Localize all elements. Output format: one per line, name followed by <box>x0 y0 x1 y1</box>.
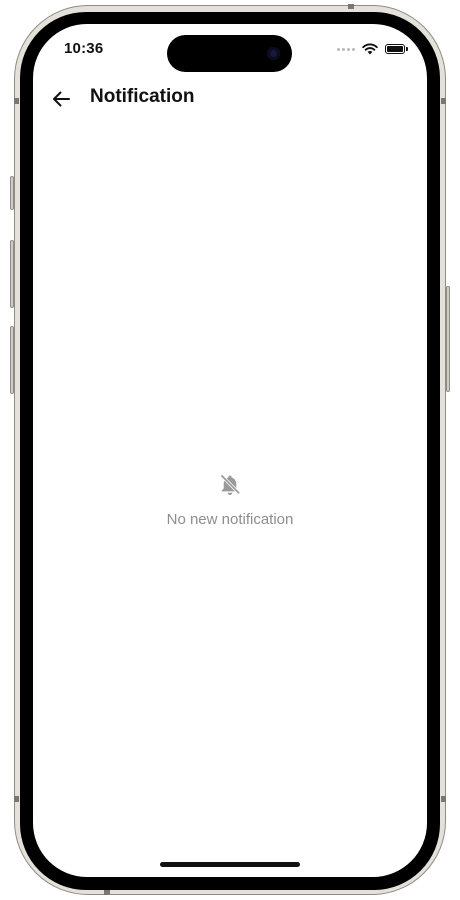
cellular-signal-icon <box>337 47 355 51</box>
antenna-band <box>441 98 446 104</box>
empty-state-message: No new notification <box>166 511 294 528</box>
empty-state: No new notification <box>33 472 427 528</box>
arrow-left-icon <box>53 91 70 107</box>
status-indicators <box>337 43 408 55</box>
antenna-band <box>14 98 19 104</box>
camera-icon <box>267 47 280 60</box>
back-button[interactable] <box>47 85 75 113</box>
action-button <box>10 176 14 210</box>
screen: 10:36 Notification No new notification <box>33 24 427 877</box>
antenna-band <box>104 890 110 895</box>
antenna-band <box>14 796 19 802</box>
power-button <box>446 286 450 392</box>
dynamic-island <box>167 35 292 72</box>
page-title: Notification <box>90 86 195 107</box>
home-indicator[interactable] <box>160 862 300 867</box>
volume-up-button <box>10 240 14 308</box>
status-time: 10:36 <box>64 40 104 57</box>
wifi-icon <box>362 43 378 55</box>
app-bar: Notification <box>33 84 427 114</box>
volume-down-button <box>10 326 14 394</box>
antenna-band <box>348 4 354 9</box>
battery-icon <box>385 44 408 54</box>
bell-off-icon <box>220 474 240 495</box>
antenna-band <box>441 796 446 802</box>
